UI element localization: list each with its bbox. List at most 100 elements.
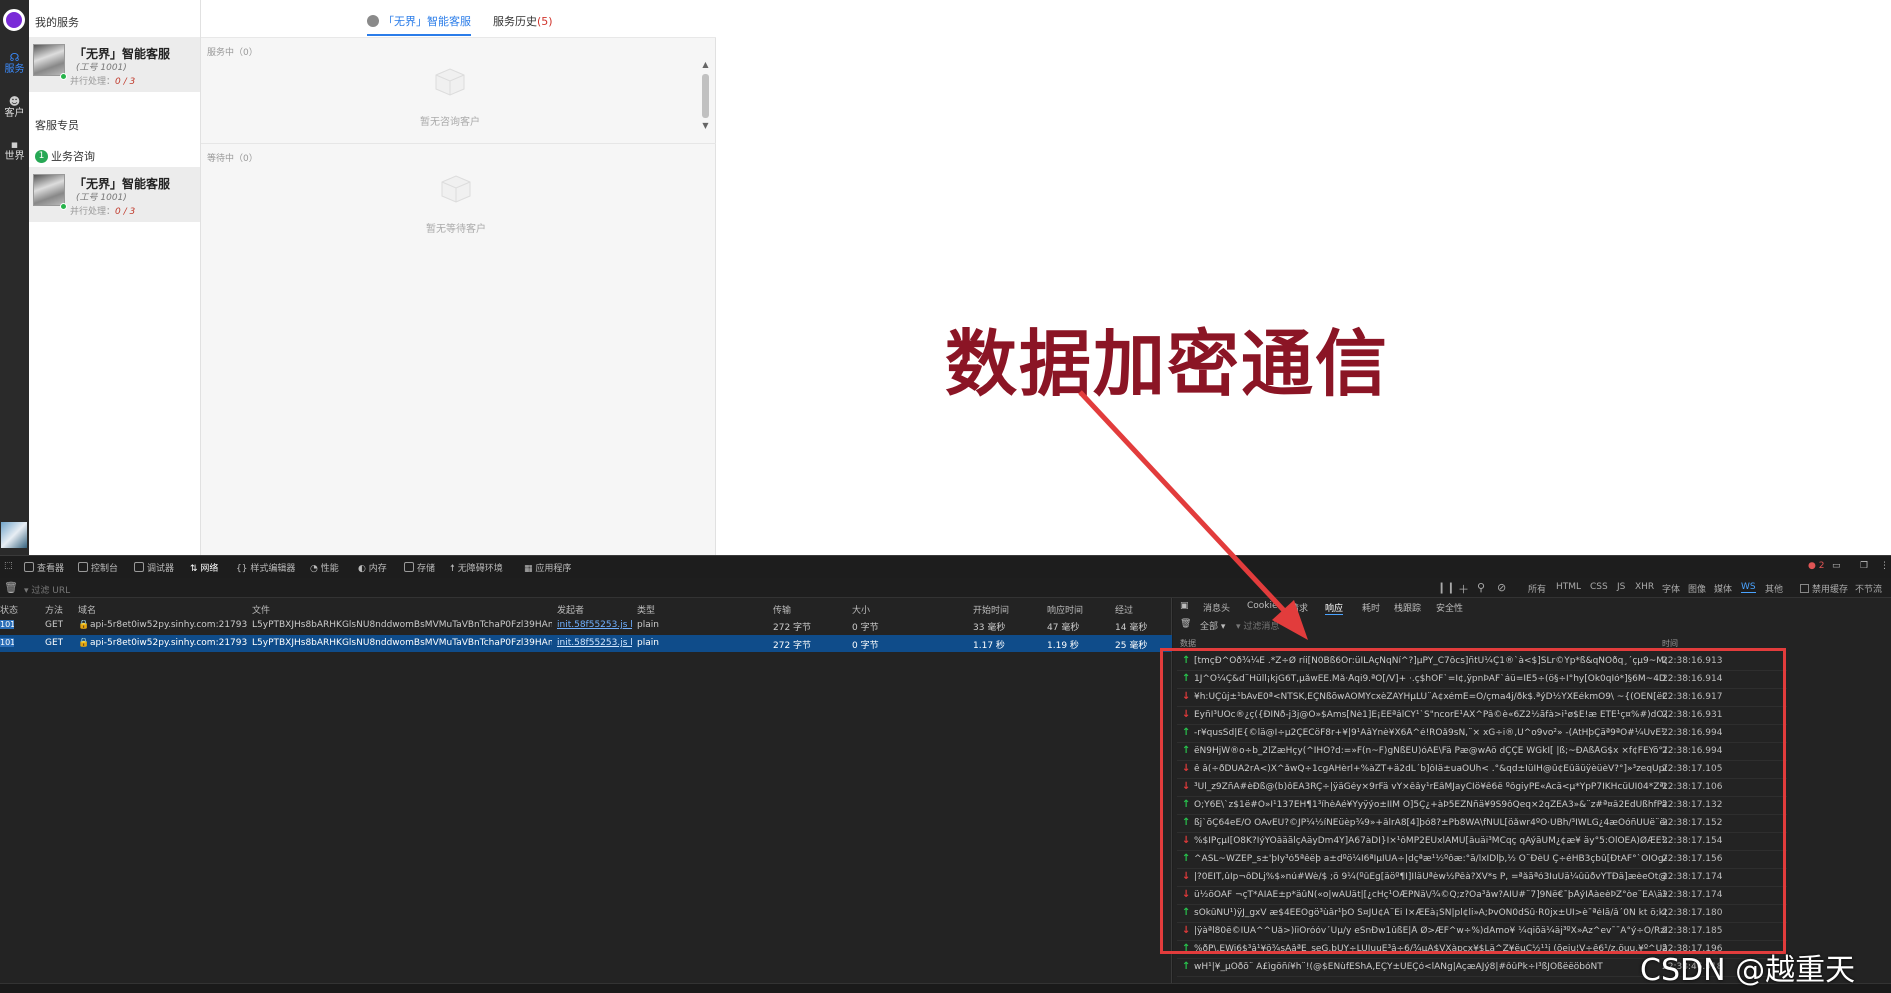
request-row[interactable]: 101 GET 🔒 api-5r8et0iw52py.sinhy.com:217…	[0, 617, 1172, 634]
agent-avatar	[33, 174, 65, 206]
filter-type-xhr[interactable]: XHR	[1635, 582, 1654, 592]
throttle-select[interactable]: 不节流	[1855, 582, 1882, 595]
tab-label: 服务历史	[493, 15, 537, 28]
col-header[interactable]: 大小	[852, 603, 870, 616]
rail-item-service[interactable]: ☊ 服务	[0, 52, 29, 76]
devtools-pick-icon[interactable]: ⬚	[4, 561, 13, 571]
col-header[interactable]: 文件	[252, 603, 270, 616]
responsive-icon[interactable]: ▭	[1832, 561, 1841, 571]
parallel-label: 并行处理：	[70, 207, 116, 217]
devtools-tab[interactable]: {} 样式编辑器	[236, 561, 295, 574]
ws-tab[interactable]: 消息头	[1203, 601, 1230, 614]
request-row-selected[interactable]: 101 GET 🔒 api-5r8et0iw52py.sinhy.com:217…	[0, 635, 1172, 652]
parallel-label: 并行处理：	[70, 77, 116, 87]
devtools-tab[interactable]: ☨ 无障碍环境	[450, 561, 503, 574]
scroll-down-icon[interactable]: ▼	[700, 121, 711, 130]
filter-type-html[interactable]: HTML	[1556, 582, 1581, 592]
serving-scrollbar[interactable]: ▲ ▼	[700, 60, 711, 132]
pause-icon[interactable]: ❙❙	[1437, 581, 1455, 594]
ws-tab[interactable]: 安全性	[1436, 601, 1463, 614]
filter-type-all[interactable]: 所有	[1528, 582, 1546, 595]
lock-icon: 🔒	[78, 638, 90, 648]
devtools-tab[interactable]: ◐ 内存	[358, 561, 387, 574]
agent-parallel: 并行处理：0 / 3	[70, 74, 135, 87]
request-initiator-link[interactable]: init.58f55253.js l...	[557, 620, 632, 630]
block-icon[interactable]: ⊘	[1497, 581, 1506, 594]
devtools-tab[interactable]: ▦ 应用程序	[524, 561, 571, 574]
request-type: plain	[637, 638, 659, 648]
lock-icon: 🔒	[78, 620, 90, 630]
tab-current-agent[interactable]: 「无界」智能客服	[367, 13, 471, 36]
filter-type-other[interactable]: 其他	[1765, 582, 1783, 595]
col-header[interactable]: 类型	[637, 603, 655, 616]
rail-label: 服务	[4, 64, 25, 75]
col-header[interactable]: 经过	[1115, 603, 1133, 616]
rail-item-customers[interactable]: ☻ 客户	[0, 96, 29, 120]
user-avatar[interactable]	[1, 522, 27, 548]
devtools-tab[interactable]: 调试器	[134, 561, 174, 574]
ws-trash-icon[interactable]: 🗑	[1180, 619, 1191, 629]
watermark: CSDN @越重天	[1640, 953, 1856, 988]
search-icon[interactable]: ⚲	[1477, 581, 1485, 594]
agent-card[interactable]: 「无界」智能客服 (工号 1001) 并行处理：0 / 3	[29, 167, 200, 222]
headset-icon: ☊	[9, 51, 20, 64]
ws-filter-input[interactable]: ▾ 过滤消息	[1236, 619, 1279, 632]
ws-tab[interactable]: Cookie	[1247, 601, 1278, 611]
col-header[interactable]: 响应时间	[1047, 603, 1083, 616]
devtools-tab-label: 性能	[320, 564, 339, 574]
request-transfer: 272 字节	[773, 641, 812, 651]
disable-cache-label: 禁用缓存	[1812, 585, 1849, 595]
ws-sidebar-toggle-icon[interactable]: ▣	[1180, 601, 1189, 611]
ws-tab[interactable]: 栈跟踪	[1394, 601, 1421, 614]
filter-type-media[interactable]: 媒体	[1714, 582, 1732, 595]
col-header[interactable]: 方法	[45, 603, 63, 616]
ws-filter-select[interactable]: 全部 ▾	[1200, 619, 1225, 632]
col-header[interactable]: 发起者	[557, 603, 584, 616]
trash-icon[interactable]: 🗑	[4, 581, 18, 594]
devtools-tab-network[interactable]: ⇅ 网络	[190, 561, 218, 574]
scroll-up-icon[interactable]: ▲	[700, 60, 711, 69]
error-count-badge[interactable]: ● 2	[1808, 561, 1824, 571]
ws-tab[interactable]: 请求	[1290, 601, 1308, 614]
agent-parallel: 并行处理：0 / 3	[70, 204, 135, 217]
ws-tab[interactable]: 耗时	[1362, 601, 1380, 614]
filter-type-css[interactable]: CSS	[1590, 582, 1608, 592]
filter-type-ws[interactable]: WS	[1741, 582, 1756, 593]
filter-type-font[interactable]: 字体	[1662, 582, 1680, 595]
devtools-tab[interactable]: ◔ 性能	[310, 561, 339, 574]
request-type: plain	[637, 620, 659, 630]
request-domain: api-5r8et0iw52py.sinhy.com:21793	[90, 620, 248, 630]
my-services-title: 我的服务	[35, 16, 79, 29]
more-icon[interactable]: ⋮	[1880, 561, 1889, 571]
disable-cache-checkbox[interactable]: 禁用缓存	[1800, 582, 1848, 595]
request-elapsed: 14 毫秒	[1115, 623, 1148, 633]
devtools-tab-label: 样式编辑器	[250, 564, 296, 574]
devtools-tab[interactable]: 控制台	[78, 561, 118, 574]
devtools-tab[interactable]: 存储	[404, 561, 435, 574]
add-icon[interactable]: ＋	[1458, 581, 1469, 597]
rail-item-world[interactable]: ▪ 世界	[0, 139, 29, 163]
dock-icon[interactable]: ❐	[1860, 561, 1868, 571]
scroll-thumb[interactable]	[702, 74, 709, 118]
session-tabs: 「无界」智能客服 服务历史(5)	[201, 0, 716, 38]
filter-type-js[interactable]: JS	[1617, 582, 1625, 592]
devtools-tab[interactable]: 查看器	[24, 561, 64, 574]
biz-consult-group[interactable]: 1 业务咨询	[35, 148, 95, 164]
filter-url-input[interactable]: ▾ 过滤 URL	[24, 583, 70, 596]
biz-badge: 1	[35, 149, 48, 163]
error-count: 2	[1818, 561, 1825, 571]
tab-service-history[interactable]: 服务历史(5)	[493, 13, 553, 29]
col-header[interactable]: 域名	[78, 603, 96, 616]
app-root: ☊ 服务 ☻ 客户 ▪ 世界 我的服务 「无界」智能客服 (工号 1001) 并…	[0, 0, 1891, 993]
agent-card[interactable]: 「无界」智能客服 (工号 1001) 并行处理：0 / 3	[29, 37, 200, 92]
waiting-empty-text: 暂无等待客户	[426, 224, 486, 235]
request-status: 101	[0, 638, 14, 647]
col-header[interactable]: 传输	[773, 603, 791, 616]
ws-tab-response[interactable]: 响应	[1325, 601, 1344, 615]
request-initiator-link[interactable]: init.58f55253.js l...	[557, 638, 632, 648]
devtools-tab-label: 应用程序	[535, 564, 572, 574]
col-header[interactable]: 开始时间	[973, 603, 1009, 616]
filter-type-image[interactable]: 图像	[1688, 582, 1706, 595]
tab-avatar-icon	[367, 15, 379, 27]
col-header[interactable]: 状态	[0, 603, 18, 616]
